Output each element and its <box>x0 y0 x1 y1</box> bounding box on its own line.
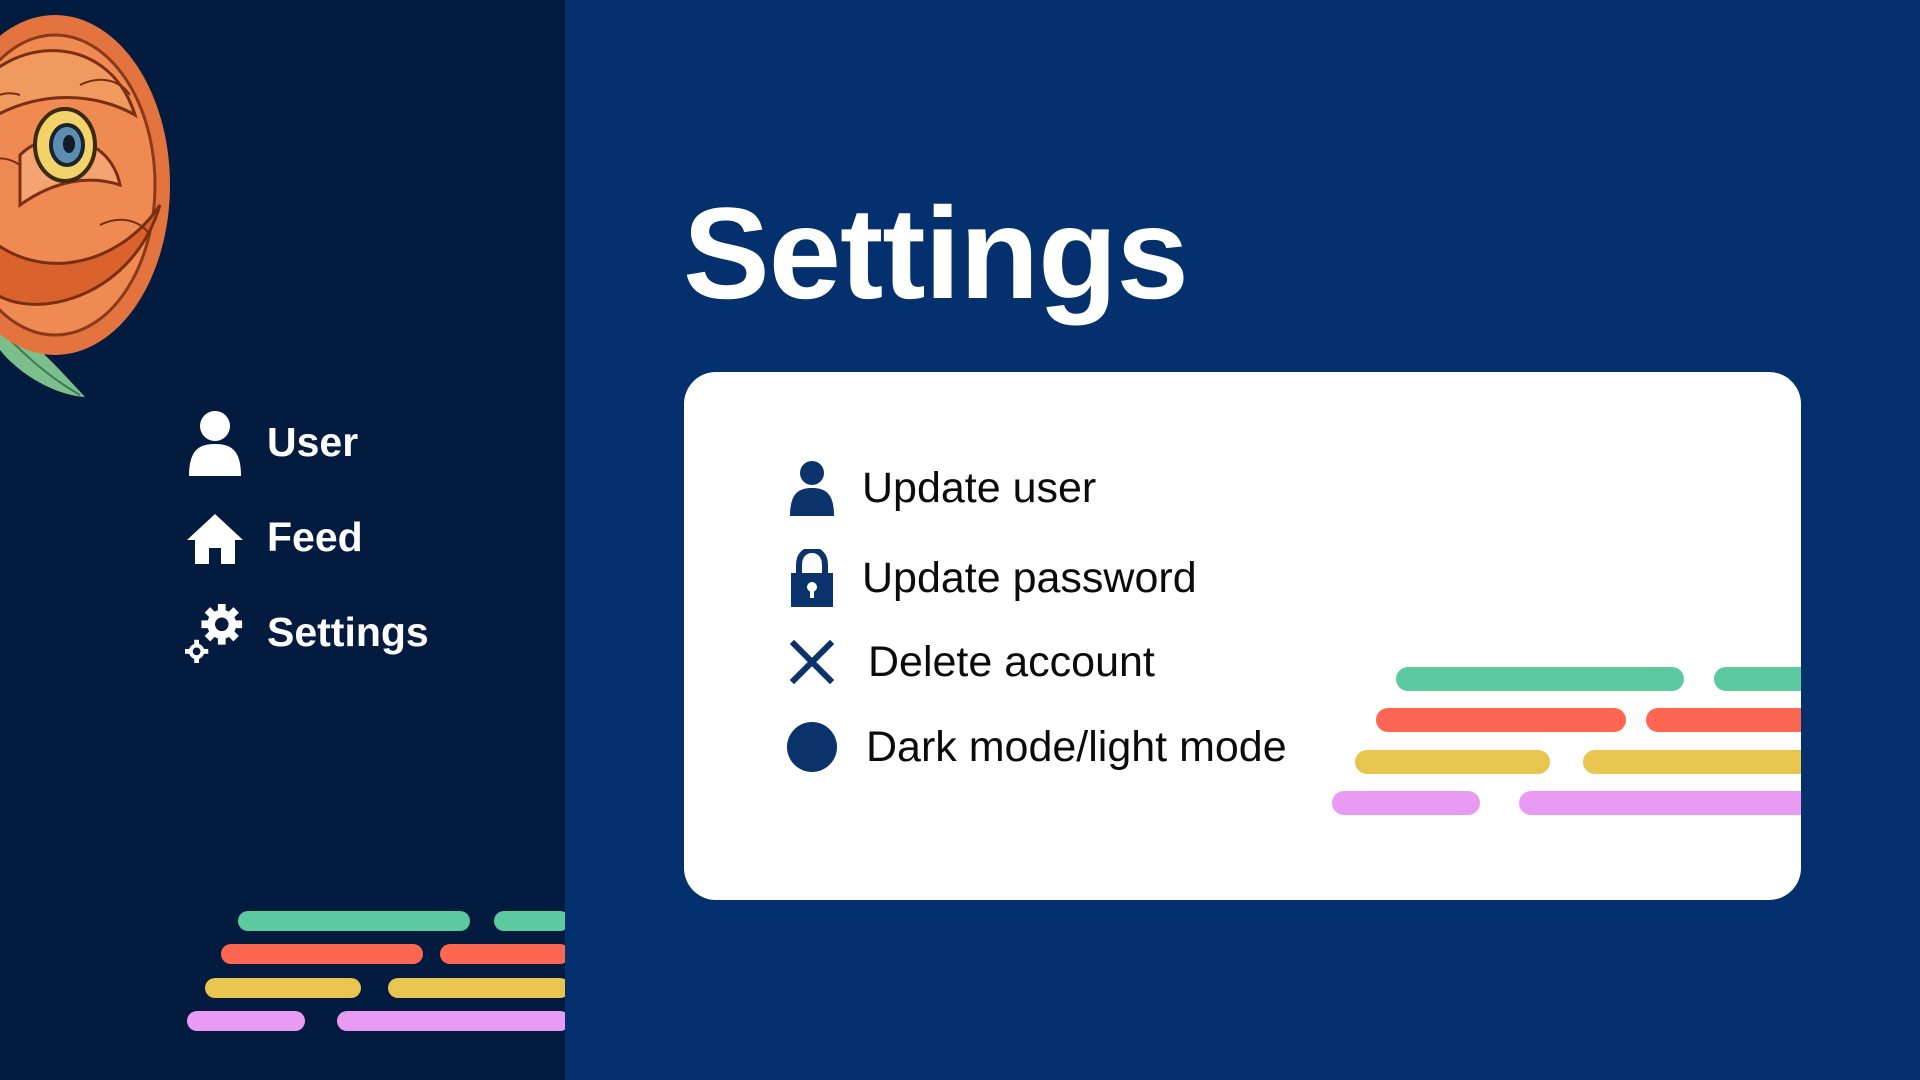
stripe <box>238 911 470 931</box>
stripe <box>1646 708 1801 732</box>
stripe <box>1519 791 1801 815</box>
stripe <box>388 978 565 998</box>
page-title: Settings <box>683 180 1189 326</box>
stripe <box>187 1011 305 1031</box>
stripe <box>1376 708 1626 732</box>
settings-page: User Feed Settings Settings Update user … <box>0 0 1920 1080</box>
stripe <box>1355 750 1550 774</box>
stripe <box>337 1011 565 1031</box>
stripe <box>221 944 423 964</box>
stripe <box>494 911 565 931</box>
settings-card: Update user Update password Delete accou… <box>684 372 1801 900</box>
stripe <box>205 978 361 998</box>
stripe <box>1583 750 1801 774</box>
sidebar: User Feed Settings <box>0 0 565 1080</box>
decorative-stripes <box>0 0 565 1080</box>
stripe <box>1714 667 1801 691</box>
decorative-stripes <box>684 372 1801 900</box>
stripe <box>440 944 565 964</box>
stripe <box>1332 791 1480 815</box>
stripe <box>1396 667 1684 691</box>
